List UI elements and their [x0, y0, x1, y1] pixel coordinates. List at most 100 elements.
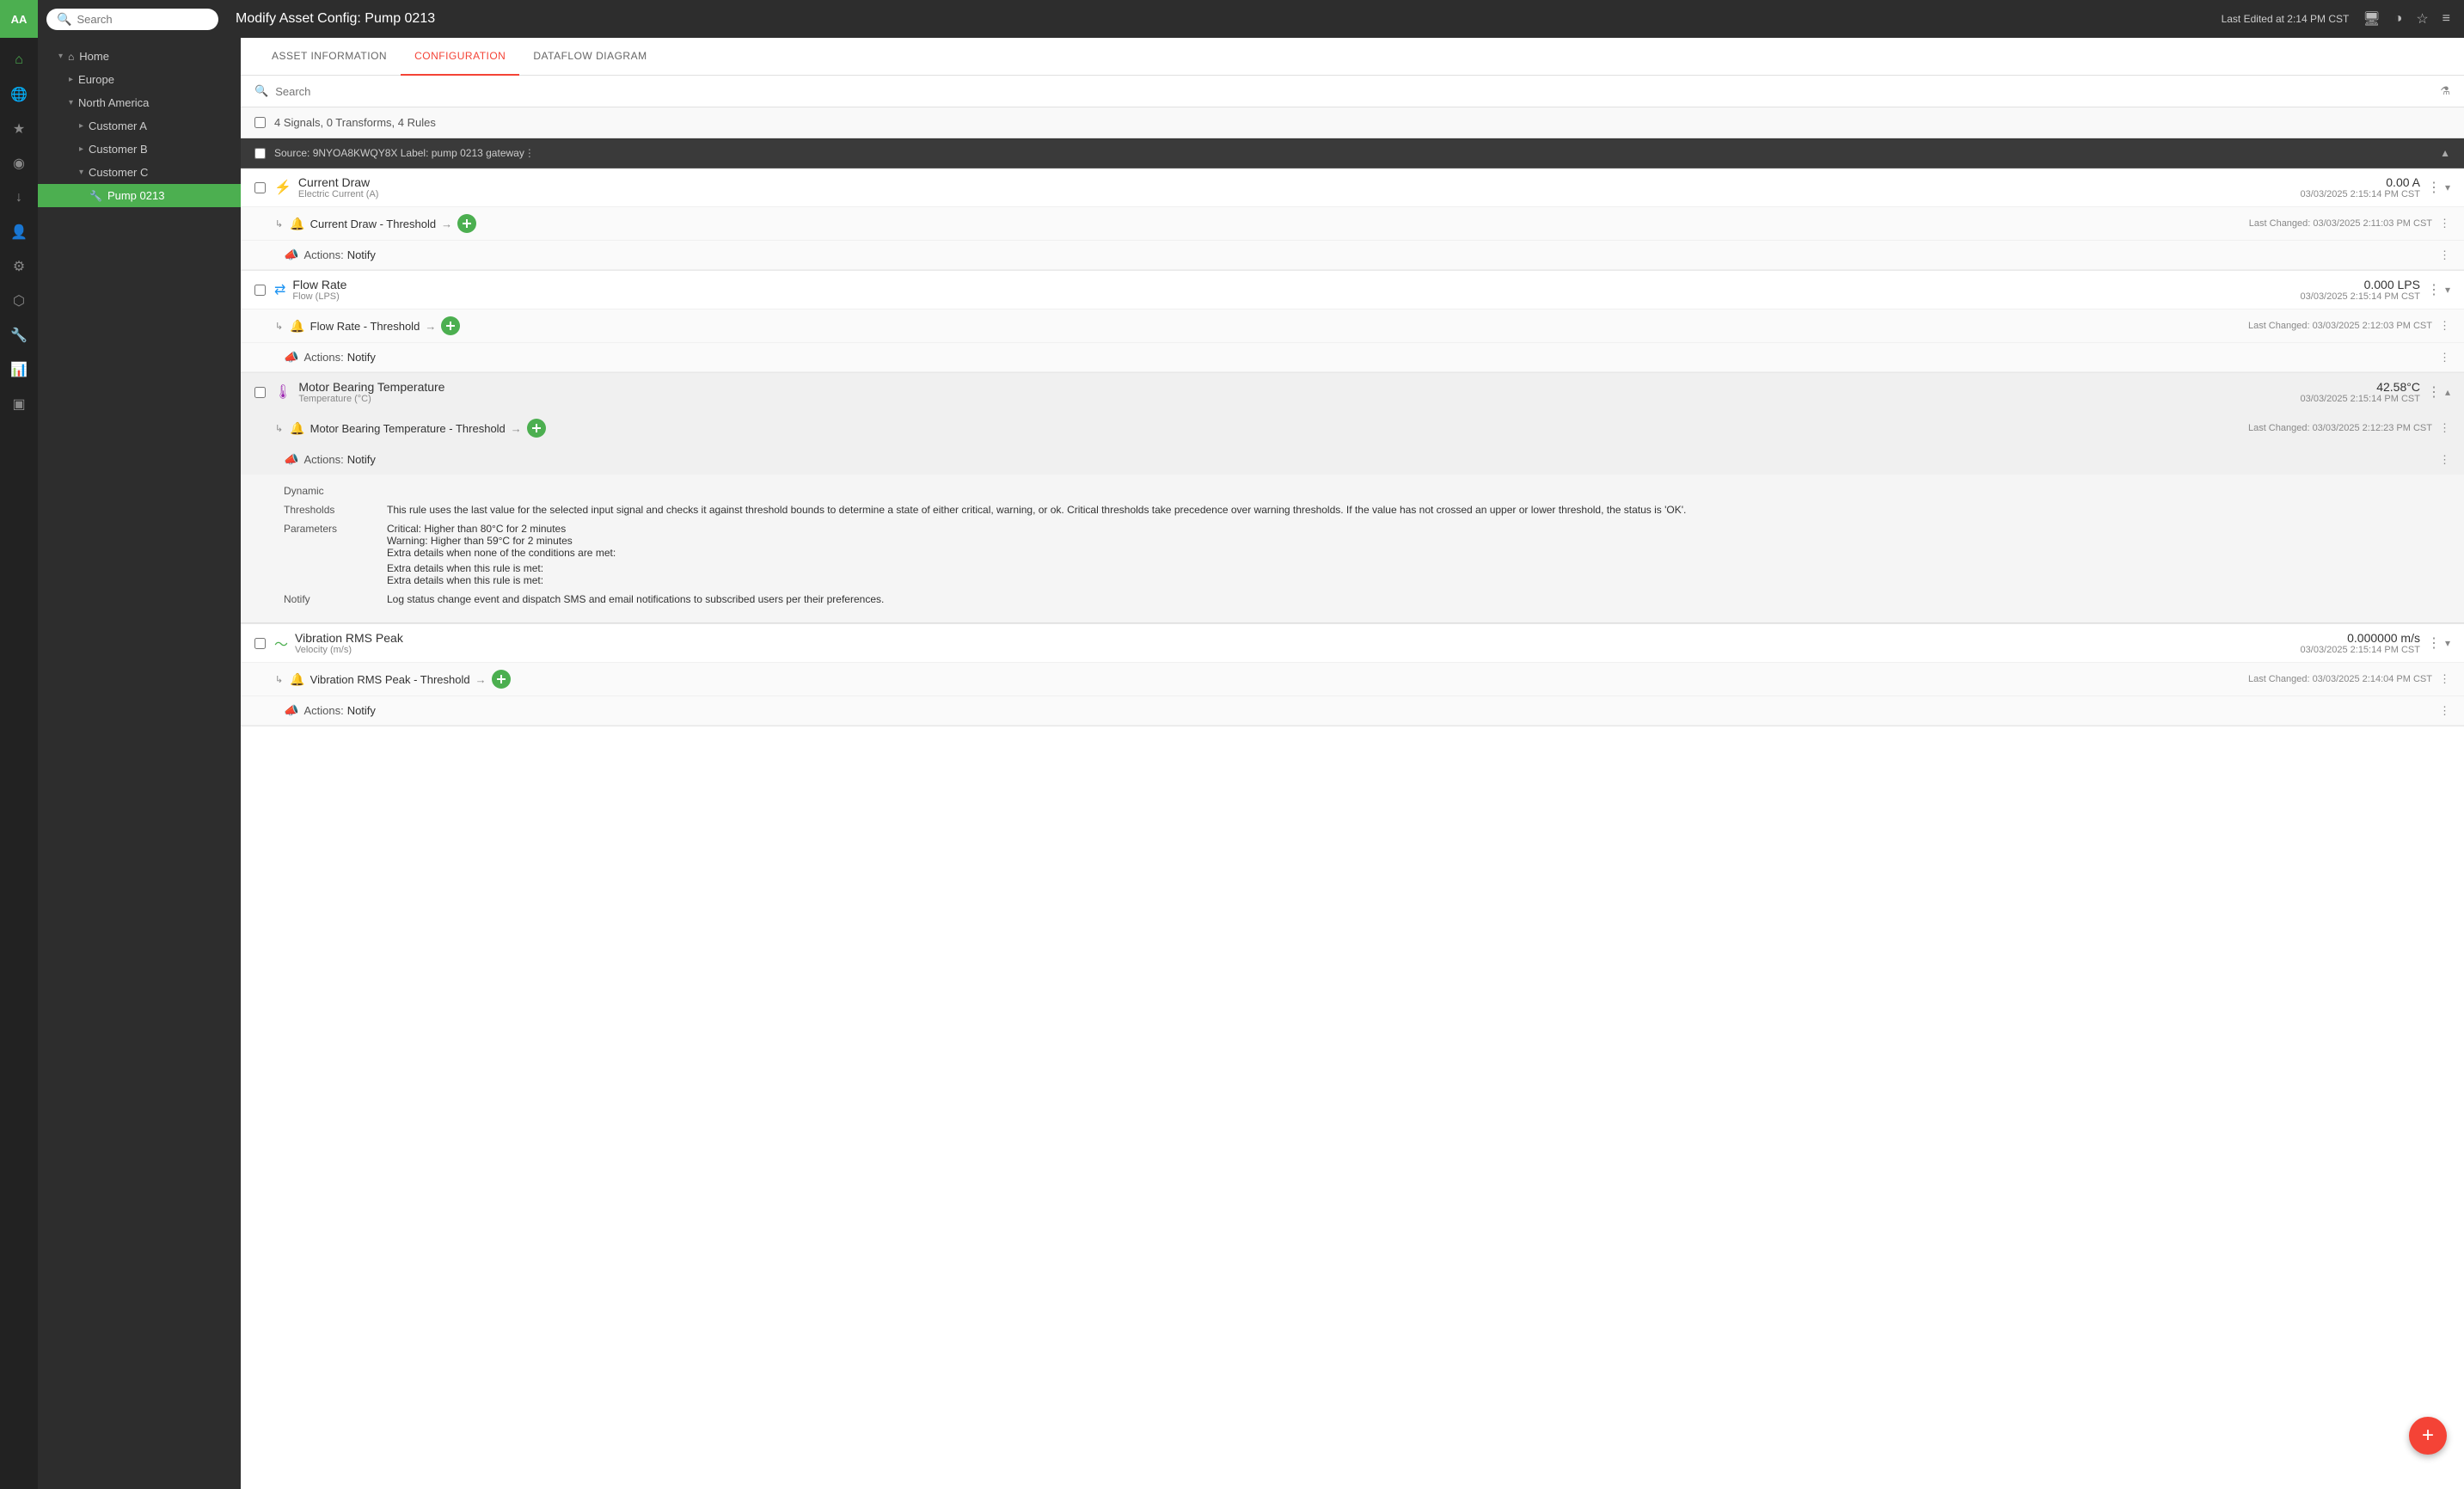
detail-parameters-label: Parameters	[284, 523, 387, 586]
action-flow-rate-dots-icon[interactable]: ⋮	[2439, 351, 2450, 365]
sidebar-icon-download[interactable]: ↓	[3, 182, 34, 213]
action-label: Actions:	[303, 248, 343, 261]
vibration-chevron-icon[interactable]: ▾	[2445, 637, 2450, 649]
current-draw-chevron-icon[interactable]: ▾	[2445, 181, 2450, 193]
signal-motor-bearing-checkbox[interactable]	[254, 387, 266, 398]
sidebar-item-pump-0213[interactable]: 🔧 Pump 0213	[38, 184, 241, 207]
theme-icon[interactable]: ◑	[2394, 11, 2403, 27]
vibration-value-container: 0.000000 m/s 03/03/2025 2:15:14 PM CST	[2301, 631, 2420, 655]
rule-vibration-green-btn[interactable]	[492, 670, 511, 689]
signal-flow-rate-checkbox[interactable]	[254, 285, 266, 296]
monitor-icon[interactable]: 🖥	[2363, 10, 2380, 28]
current-draw-type: Electric Current (A)	[298, 189, 379, 199]
config-search-bar: 🔍 ⚗	[241, 76, 2464, 107]
detail-parameters-value: Critical: Higher than 80°C for 2 minutes…	[387, 523, 2450, 586]
sidebar-icon-star[interactable]: ★	[3, 113, 34, 144]
rule-motor-bearing-green-btn[interactable]	[527, 419, 546, 438]
rule-motor-bearing-threshold-name: Motor Bearing Temperature - Threshold	[310, 422, 506, 435]
motor-bearing-chevron-icon[interactable]: ▴	[2445, 386, 2450, 398]
rule-current-draw-dots-icon[interactable]: ⋮	[2439, 217, 2450, 230]
sidebar-item-customer-a[interactable]: ▸ Customer A	[38, 114, 241, 138]
sidebar-item-home[interactable]: ▾ ⌂ Home	[38, 45, 241, 68]
source-row: Source: 9NYOA8KWQY8X Label: pump 0213 ga…	[241, 138, 2464, 169]
signal-motor-bearing-section: 🌡 Motor Bearing Temperature Temperature …	[241, 373, 2464, 624]
sidebar-icon-gauge[interactable]: ◉	[3, 148, 34, 179]
add-fab-button[interactable]: +	[2409, 1417, 2447, 1455]
sidebar-item-north-america[interactable]: ▾ North America	[38, 91, 241, 114]
action-vibration-dots-icon[interactable]: ⋮	[2439, 704, 2450, 718]
signal-vibration-checkbox[interactable]	[254, 638, 266, 649]
sidebar-icon-settings[interactable]: ⚙	[3, 251, 34, 282]
global-search-input[interactable]	[77, 13, 208, 26]
europe-arrow-icon: ▸	[69, 75, 73, 84]
customer-a-arrow-icon: ▸	[79, 121, 83, 131]
vibration-dots-icon[interactable]: ⋮	[2427, 634, 2442, 652]
detail-param-extra3: Extra details when this rule is met:	[387, 574, 2450, 586]
sidebar-icons: ⌂ 🌐 ★ ◉ ↓ 👤 ⚙ ⬡ 🔧 📊 ▣	[0, 38, 38, 1489]
flow-rate-value: 0.000 LPS	[2301, 278, 2420, 291]
sidebar-icon-terminal[interactable]: ▣	[3, 389, 34, 420]
rule-indent-icon: ↳	[275, 423, 283, 434]
sidebar-icon-chart[interactable]: 📊	[3, 354, 34, 385]
action-motor-bearing-row: 📣 Actions: Notify ⋮	[241, 445, 2464, 475]
summary-row: 4 Signals, 0 Transforms, 4 Rules	[241, 107, 2464, 138]
rule-current-draw-date: Last Changed: 03/03/2025 2:11:03 PM CST	[2249, 218, 2432, 229]
sidebar-item-customer-c[interactable]: ▾ Customer C	[38, 161, 241, 184]
menu-icon[interactable]: ≡	[2443, 11, 2450, 27]
action-value: Notify	[347, 248, 376, 261]
sidebar-icon-network[interactable]: ⬡	[3, 285, 34, 316]
rule-flow-rate-threshold-row: ↳ 🔔 Flow Rate - Threshold → Last Changed…	[241, 309, 2464, 343]
signal-vibration-section: 〜 Vibration RMS Peak Velocity (m/s) 0.00…	[241, 624, 2464, 726]
signal-flow-rate-row: ⇄ Flow Rate Flow (LPS) 0.000 LPS 03/03/2…	[241, 271, 2464, 309]
rule-motor-bearing-dots-icon[interactable]: ⋮	[2439, 421, 2450, 435]
action-value: Notify	[347, 704, 376, 717]
rule-motor-bearing-date: Last Changed: 03/03/2025 2:12:23 PM CST	[2248, 423, 2432, 433]
sidebar-icon-globe[interactable]: 🌐	[3, 79, 34, 110]
current-draw-dots-icon[interactable]: ⋮	[2427, 179, 2442, 196]
flow-rate-chevron-icon[interactable]: ▾	[2445, 284, 2450, 296]
action-label: Actions:	[303, 704, 343, 717]
config-search-input[interactable]	[275, 85, 2433, 98]
rule-vibration-dots-icon[interactable]: ⋮	[2439, 672, 2450, 686]
global-search-container[interactable]: 🔍	[46, 9, 218, 30]
star-icon[interactable]: ☆	[2416, 10, 2428, 28]
sidebar-icon-home[interactable]: ⌂	[3, 45, 34, 76]
flow-rate-dots-icon[interactable]: ⋮	[2427, 281, 2442, 298]
source-checkbox[interactable]	[254, 148, 266, 159]
flow-rate-type: Flow (LPS)	[292, 291, 346, 302]
signal-current-draw-row: ⚡ Current Draw Electric Current (A) 0.00…	[241, 169, 2464, 207]
tab-configuration[interactable]: CONFIGURATION	[401, 38, 519, 76]
source-collapse-icon[interactable]: ▲	[2440, 147, 2450, 159]
summary-checkbox[interactable]	[254, 117, 266, 128]
flow-rate-signal-icon: ⇄	[274, 281, 285, 298]
rule-current-draw-green-btn[interactable]	[457, 214, 476, 233]
signal-current-draw-checkbox[interactable]	[254, 182, 266, 193]
detail-param-extra2: Extra details when this rule is met:	[387, 562, 2450, 574]
current-draw-value-container: 0.00 A 03/03/2025 2:15:14 PM CST	[2301, 175, 2420, 199]
motor-bearing-dots-icon[interactable]: ⋮	[2427, 383, 2442, 401]
rule-motor-bearing-threshold-row: ↳ 🔔 Motor Bearing Temperature - Threshol…	[241, 412, 2464, 445]
tab-dataflow-diagram[interactable]: DATAFLOW DIAGRAM	[519, 38, 660, 76]
flow-rate-info: Flow Rate Flow (LPS)	[292, 278, 346, 302]
rule-flow-rate-green-btn[interactable]	[441, 316, 460, 335]
detail-thresholds-value: This rule uses the last value for the se…	[387, 504, 2450, 516]
action-label: Actions:	[303, 351, 343, 364]
sidebar-icon-wrench[interactable]: 🔧	[3, 320, 34, 351]
motor-bearing-value-container: 42.58°C 03/03/2025 2:15:14 PM CST	[2301, 380, 2420, 404]
action-flow-rate-row: 📣 Actions: Notify ⋮	[241, 343, 2464, 372]
rule-bell-icon: 🔔	[290, 672, 304, 687]
tab-asset-information[interactable]: ASSET INFORMATION	[258, 38, 401, 76]
customer-c-arrow-icon: ▾	[79, 168, 83, 177]
sidebar-item-europe[interactable]: ▸ Europe	[38, 68, 241, 91]
app-logo: AA	[0, 0, 38, 38]
source-dots-icon[interactable]: ⋮	[524, 147, 535, 159]
action-current-draw-dots-icon[interactable]: ⋮	[2439, 248, 2450, 262]
action-motor-bearing-dots-icon[interactable]: ⋮	[2439, 453, 2450, 467]
sidebar-item-europe-label: Europe	[78, 73, 114, 86]
sidebar-icon-person[interactable]: 👤	[3, 217, 34, 248]
filter-icon[interactable]: ⚗	[2440, 84, 2450, 98]
current-draw-value: 0.00 A	[2301, 175, 2420, 189]
config-search-icon: 🔍	[254, 84, 268, 98]
rule-flow-rate-dots-icon[interactable]: ⋮	[2439, 319, 2450, 333]
sidebar-item-customer-b[interactable]: ▸ Customer B	[38, 138, 241, 161]
